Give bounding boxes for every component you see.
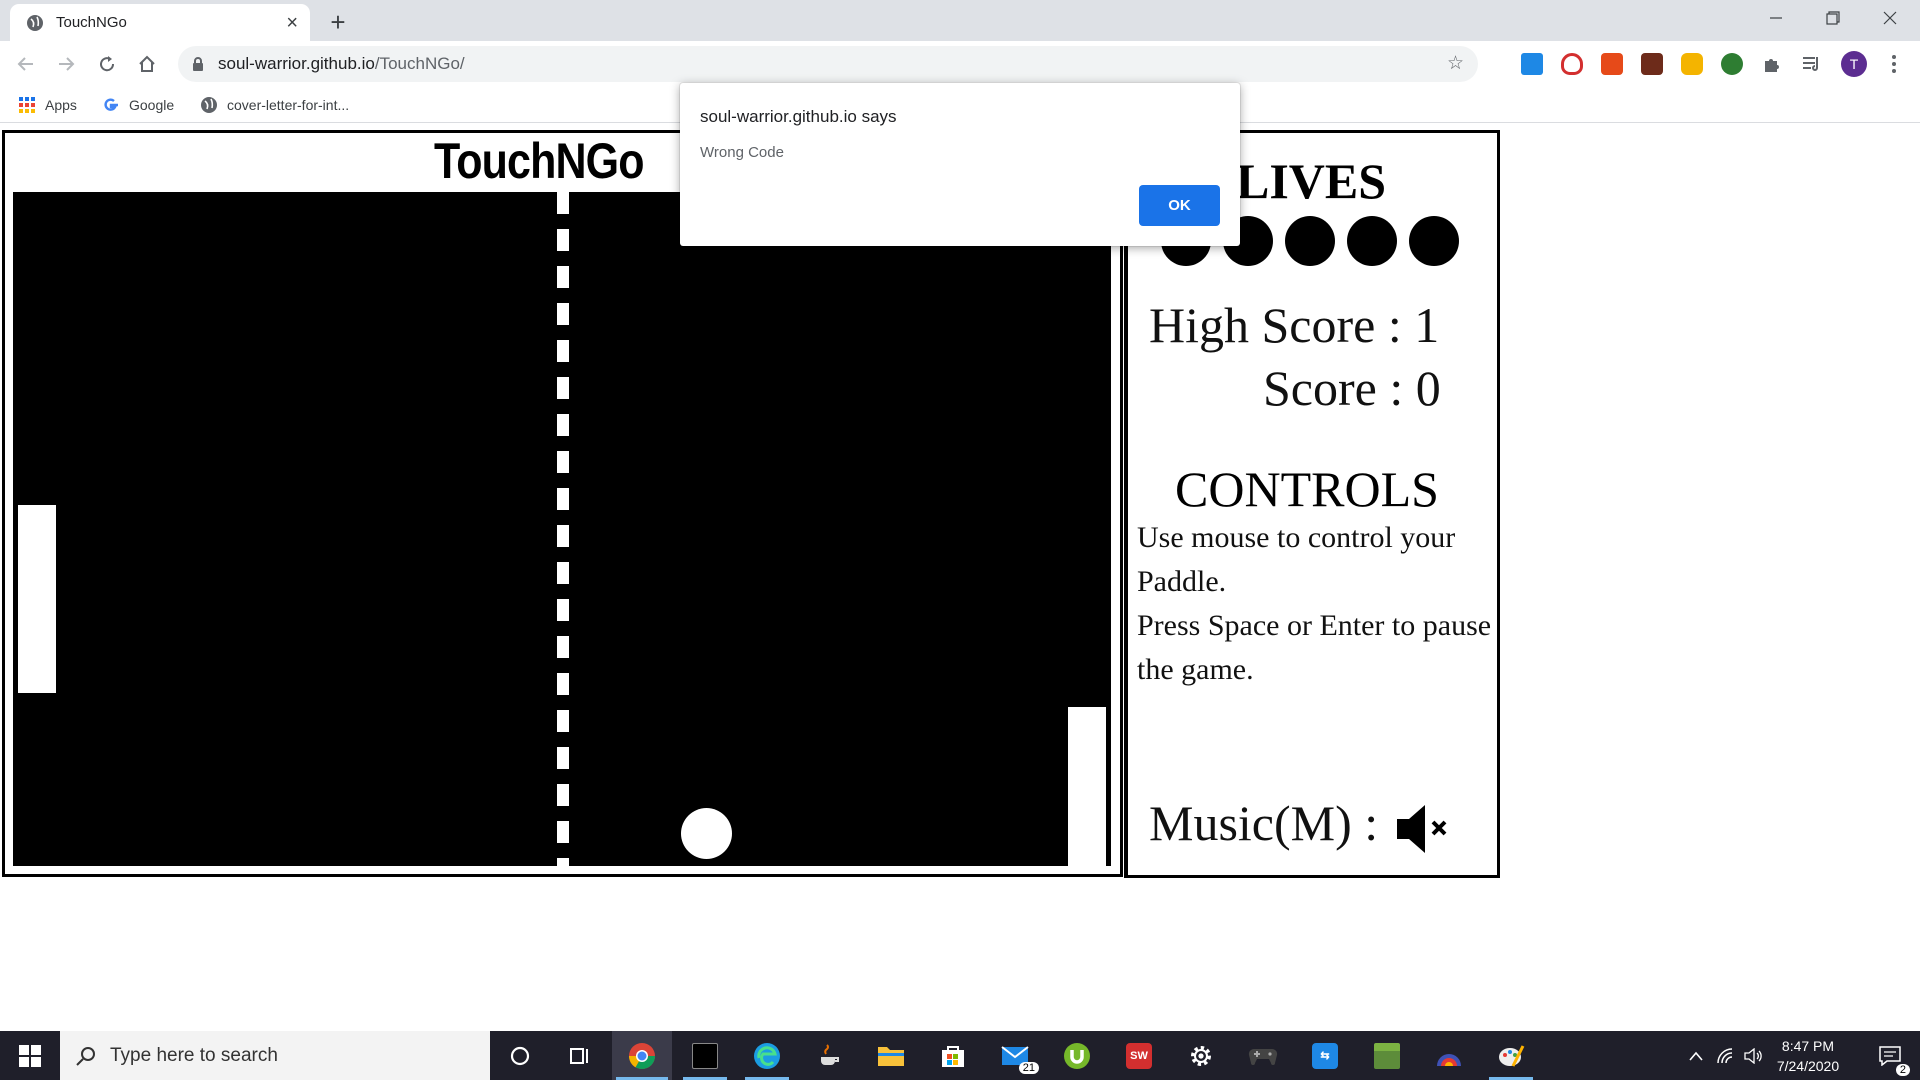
- bookmark-label: Apps: [45, 97, 77, 113]
- browser-tab-touchngo[interactable]: TouchNGo ×: [10, 4, 310, 41]
- minimize-button[interactable]: [1748, 0, 1804, 36]
- share-app-icon[interactable]: ⇆: [1295, 1031, 1355, 1080]
- mail-unread-badge: 21: [1018, 1062, 1039, 1074]
- taskbar-search[interactable]: Type here to search: [60, 1031, 490, 1080]
- mail-icon[interactable]: 21: [985, 1031, 1045, 1080]
- game-title: TouchNGo: [434, 133, 645, 189]
- tray-chevron-up-icon[interactable]: [1682, 1031, 1710, 1080]
- wifi-icon[interactable]: [1712, 1031, 1740, 1080]
- bookmark-apps[interactable]: Apps: [18, 94, 77, 116]
- puzzle-icon[interactable]: [1761, 53, 1783, 75]
- taskbar-clock[interactable]: 8:47 PM 7/24/2020: [1760, 1036, 1856, 1076]
- life-circle: [1409, 216, 1459, 266]
- forward-arrow-icon: [59, 57, 75, 71]
- controls-line: Use mouse to control your Paddle.: [1137, 521, 1456, 598]
- apps-grid-icon: [18, 96, 36, 114]
- lock-icon: [192, 56, 204, 72]
- reload-icon: [100, 56, 115, 72]
- windows-logo-icon: [19, 1044, 41, 1067]
- globe-icon: [26, 14, 44, 32]
- life-circle: [1347, 216, 1397, 266]
- chrome-icon[interactable]: [612, 1031, 672, 1080]
- google-icon: [102, 96, 120, 114]
- extension-5-icon[interactable]: [1681, 53, 1703, 75]
- settings-icon[interactable]: [1171, 1031, 1231, 1080]
- utorrent-icon[interactable]: [1047, 1031, 1107, 1080]
- dialog-title: soul-warrior.github.io says: [700, 107, 897, 126]
- notification-center-icon[interactable]: 2: [1868, 1031, 1912, 1080]
- controls-line: Press Space or Enter to pause the game.: [1137, 609, 1492, 686]
- notification-badge: 2: [1895, 1064, 1910, 1076]
- tab-close-icon[interactable]: ×: [286, 13, 298, 33]
- life-circle: [1285, 216, 1335, 266]
- home-button[interactable]: [131, 48, 163, 80]
- java-icon[interactable]: [799, 1031, 859, 1080]
- address-bar[interactable]: soul-warrior.github.io/TouchNGo/ ☆: [178, 46, 1478, 82]
- alert-dialog: soul-warrior.github.io says Wrong Code O…: [680, 83, 1240, 246]
- solidworks-icon[interactable]: SW: [1109, 1031, 1169, 1080]
- globe-icon: [200, 96, 218, 114]
- forward-button[interactable]: [50, 48, 82, 80]
- close-window-button[interactable]: [1862, 0, 1918, 36]
- speaker-muted-icon[interactable]: [1395, 802, 1453, 861]
- bookmark-google[interactable]: Google: [102, 94, 174, 116]
- search-icon: [76, 1046, 95, 1066]
- bookmark-star-icon[interactable]: ☆: [1447, 54, 1464, 73]
- url-path: /TouchNGo/: [374, 54, 465, 73]
- extension-4-icon[interactable]: [1641, 53, 1663, 75]
- high-score: High Score : 1: [1149, 297, 1440, 353]
- chrome-menu-icon[interactable]: [1884, 51, 1904, 77]
- controls-instructions: Use mouse to control your Paddle. Press …: [1137, 516, 1492, 692]
- music-label: Music(M) :: [1149, 795, 1379, 851]
- ball: [681, 808, 732, 859]
- cortana-icon[interactable]: [490, 1031, 550, 1080]
- dialog-message: Wrong Code: [700, 144, 784, 161]
- back-arrow-icon: [17, 57, 33, 71]
- lives-label: LIVES: [1236, 153, 1387, 209]
- tab-strip: TouchNGo × +: [0, 0, 1920, 41]
- extension-3-icon[interactable]: [1601, 53, 1623, 75]
- minecraft-icon[interactable]: [1357, 1031, 1417, 1080]
- store-icon[interactable]: [923, 1031, 983, 1080]
- center-net: [557, 192, 569, 866]
- reload-button[interactable]: [91, 48, 123, 80]
- paint-icon[interactable]: [1481, 1031, 1541, 1080]
- new-tab-button[interactable]: +: [322, 6, 354, 38]
- gamepad-icon[interactable]: [1233, 1031, 1293, 1080]
- search-placeholder: Type here to search: [110, 1044, 278, 1066]
- back-button[interactable]: [10, 48, 42, 80]
- home-icon: [139, 55, 155, 72]
- profile-avatar[interactable]: T: [1841, 51, 1867, 77]
- terminal-icon[interactable]: [675, 1031, 735, 1080]
- url-host: soul-warrior.github.io: [218, 54, 375, 73]
- clock-date: 7/24/2020: [1776, 1058, 1840, 1074]
- computer-paddle: [1068, 707, 1106, 866]
- file-explorer-icon[interactable]: [861, 1031, 921, 1080]
- flag-app-icon[interactable]: [1419, 1031, 1479, 1080]
- restore-button[interactable]: [1805, 0, 1861, 36]
- player-paddle: [18, 505, 56, 693]
- start-button[interactable]: [0, 1031, 60, 1080]
- windows-taskbar: Type here to search 21 SW ⇆ 8:47 PM 7/24…: [0, 1031, 1920, 1080]
- ok-button[interactable]: OK: [1139, 185, 1220, 226]
- media-control-icon[interactable]: [1801, 53, 1823, 75]
- bookmark-label: cover-letter-for-int...: [227, 97, 350, 113]
- clock-time: 8:47 PM: [1781, 1038, 1835, 1054]
- edge-icon[interactable]: [737, 1031, 797, 1080]
- score: Score : 0: [1263, 360, 1441, 416]
- controls-title: CONTROLS: [1175, 461, 1439, 517]
- extension-2-icon[interactable]: [1561, 53, 1583, 75]
- tab-title: TouchNGo: [56, 14, 127, 31]
- browser-toolbar: soul-warrior.github.io/TouchNGo/ ☆ T: [0, 41, 1920, 87]
- bookmark-label: Google: [129, 97, 175, 113]
- task-view-icon[interactable]: [550, 1031, 610, 1080]
- bookmark-cover-letter[interactable]: cover-letter-for-int...: [200, 94, 349, 116]
- extension-1-icon[interactable]: [1521, 53, 1543, 75]
- extension-6-icon[interactable]: [1721, 53, 1743, 75]
